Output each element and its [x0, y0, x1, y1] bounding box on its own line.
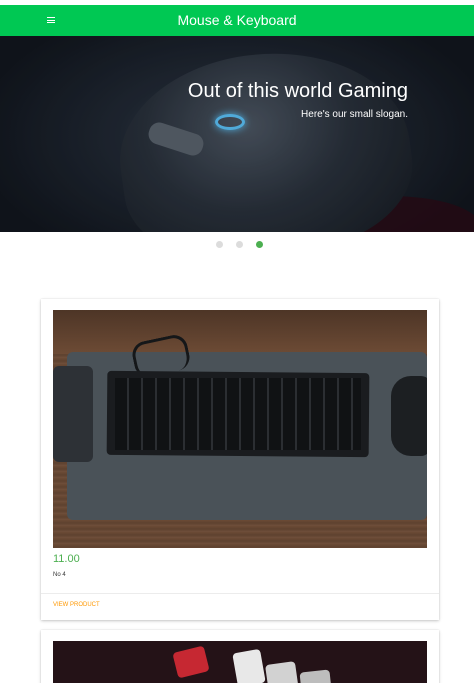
image-keycap-white	[265, 661, 299, 683]
hero-subtitle: Here's our small slogan.	[301, 109, 408, 120]
image-keycap-white	[232, 648, 266, 683]
image-keycap-red	[172, 645, 210, 679]
image-mouse	[391, 376, 427, 456]
hero-title: Out of this world Gaming	[187, 80, 408, 102]
card-divider	[41, 593, 439, 594]
hero-overlay	[0, 36, 474, 232]
app-screen: Mouse & Keyboard Out of this world Gamin…	[0, 0, 474, 683]
image-keycaps	[115, 378, 361, 450]
product-price: 11.00	[53, 553, 80, 565]
carousel-dot-3[interactable]	[255, 241, 263, 248]
image-background	[53, 310, 427, 354]
app-bar: Mouse & Keyboard	[0, 5, 474, 36]
image-keycap-white	[299, 669, 333, 683]
carousel-dot-2[interactable]	[235, 241, 243, 248]
product-card	[41, 630, 439, 683]
view-product-link[interactable]: VIEW PRODUCT	[53, 602, 100, 608]
carousel-dot-1[interactable]	[215, 241, 223, 248]
product-card: 11.00 No 4 VIEW PRODUCT	[41, 299, 439, 620]
image-phone	[53, 366, 93, 462]
product-image[interactable]	[53, 641, 427, 683]
carousel-indicators	[0, 241, 474, 249]
app-title: Mouse & Keyboard	[177, 12, 297, 28]
product-name: No 4	[53, 572, 66, 578]
hero-carousel[interactable]: Out of this world Gaming Here's our smal…	[0, 36, 474, 232]
product-image[interactable]	[53, 310, 427, 548]
